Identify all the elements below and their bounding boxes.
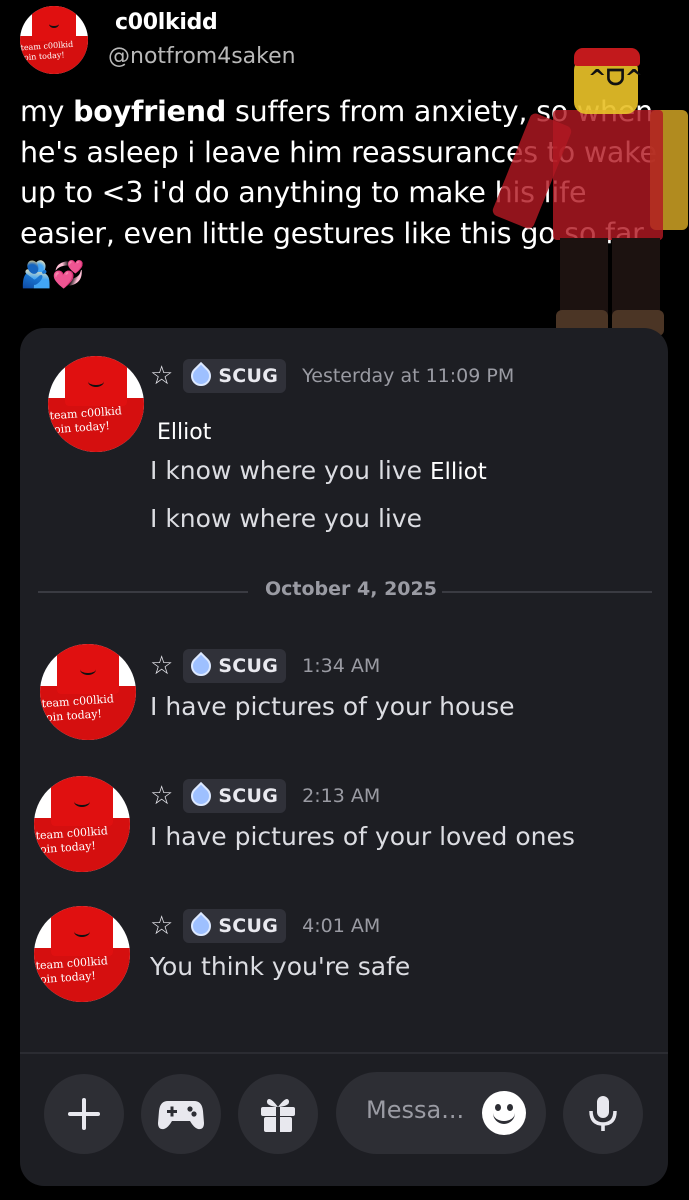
role-drop-icon <box>187 651 216 681</box>
message-timestamp: Yesterday at 11:09 PM <box>302 365 515 387</box>
tweet-emojis: 🫂💞 <box>20 260 85 290</box>
message-text: I know where you live <box>150 504 423 533</box>
tweet-display-name[interactable]: c00lkidd <box>115 10 218 35</box>
message-avatar[interactable]: team c00lkid join today! <box>34 776 130 872</box>
role-tag[interactable]: SCUG <box>183 779 287 813</box>
gift-button[interactable] <box>238 1074 318 1154</box>
tweet-text-bold: boyfriend <box>73 95 227 128</box>
message-text: You think you're safe <box>150 952 411 981</box>
role-tag-label: SCUG <box>218 655 279 677</box>
voice-message-button[interactable] <box>563 1074 643 1154</box>
message-header: ☆ SCUG 1:34 AM <box>150 648 380 684</box>
tweet-avatar[interactable]: team c00lkid join today! <box>20 6 88 74</box>
message-header: ☆ SCUG 2:13 AM <box>150 778 380 814</box>
emoji-icon[interactable] <box>482 1091 526 1135</box>
role-tag-label: SCUG <box>218 365 279 387</box>
gift-icon <box>261 1099 295 1132</box>
message-header: ☆ SCUG 4:01 AM <box>150 908 380 944</box>
message-avatar[interactable]: team c00lkid join today! <box>40 644 136 740</box>
date-divider-line <box>442 591 652 593</box>
tweet-text-start: my <box>20 95 74 128</box>
message-text: I have pictures of your loved ones <box>150 822 575 851</box>
role-drop-icon <box>187 911 216 941</box>
mic-icon <box>589 1096 617 1131</box>
activities-button[interactable] <box>141 1074 221 1154</box>
message-timestamp: 4:01 AM <box>302 915 381 937</box>
star-icon: ☆ <box>150 911 174 941</box>
date-divider-line <box>38 591 248 593</box>
role-drop-icon <box>187 361 216 391</box>
message-line-text: I know where you live <box>150 456 423 485</box>
gamepad-icon <box>158 1101 204 1130</box>
message-text: I have pictures of your house <box>150 692 515 721</box>
message-timestamp: 1:34 AM <box>302 655 381 677</box>
star-icon: ☆ <box>150 781 174 811</box>
tweet-text: my boyfriend suffers from anxiety, so wh… <box>20 92 670 296</box>
plus-icon <box>68 1098 100 1130</box>
message-avatar[interactable]: team c00lkid join today! <box>34 906 130 1002</box>
star-icon: ☆ <box>150 361 174 391</box>
message-avatar[interactable]: team c00lkid join today! <box>48 356 144 452</box>
role-tag[interactable]: SCUG <box>183 359 287 393</box>
add-attachment-button[interactable] <box>44 1074 124 1154</box>
role-tag-label: SCUG <box>218 915 279 937</box>
mention-name[interactable]: Elliot <box>430 459 487 485</box>
reply-username[interactable]: Elliot <box>157 420 211 445</box>
composer-divider <box>20 1052 668 1054</box>
message-header: ☆ SCUG Yesterday at 11:09 PM <box>150 358 514 394</box>
message-timestamp: 2:13 AM <box>302 785 381 807</box>
message-input[interactable]: Messa... <box>336 1072 546 1154</box>
discord-screenshot: team c00lkid join today! ☆ SCUG Yesterda… <box>20 328 668 1186</box>
tweet-handle[interactable]: @notfrom4saken <box>108 44 296 69</box>
star-icon: ☆ <box>150 651 174 681</box>
role-tag[interactable]: SCUG <box>183 909 287 943</box>
date-divider: October 4, 2025 <box>265 578 437 600</box>
message-text: I know where you live Elliot <box>150 456 487 485</box>
message-input-placeholder: Messa... <box>366 1096 465 1124</box>
role-drop-icon <box>187 781 216 811</box>
role-tag-label: SCUG <box>218 785 279 807</box>
role-tag[interactable]: SCUG <box>183 649 287 683</box>
